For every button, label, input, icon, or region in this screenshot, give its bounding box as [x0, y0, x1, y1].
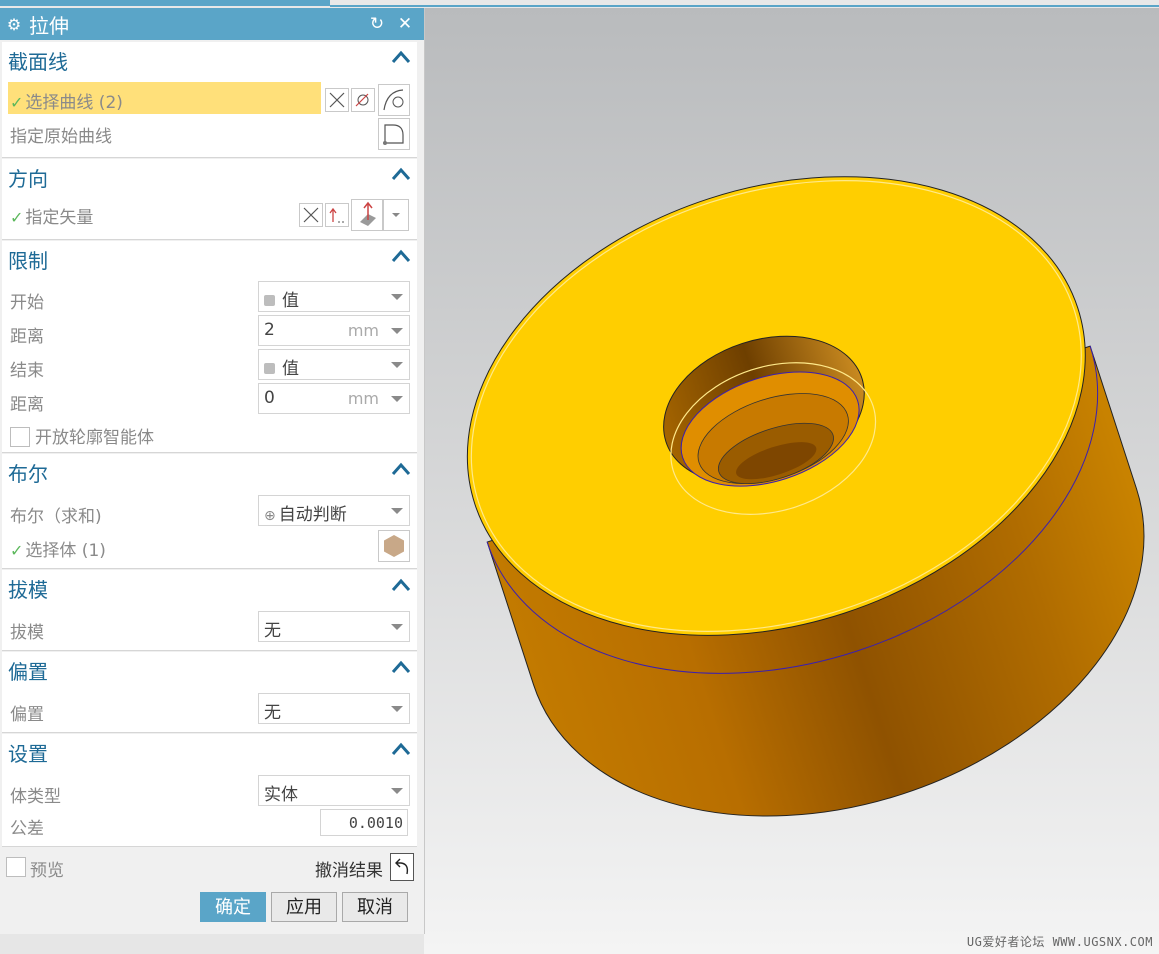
- select-body-label[interactable]: ✓ 选择体 (1): [10, 536, 106, 561]
- dialog-titlebar[interactable]: ⚙ 拉伸 ↻ ✕: [0, 8, 424, 40]
- vector-type-icon[interactable]: [351, 199, 383, 231]
- specify-vector-label[interactable]: ✓ 指定矢量: [10, 203, 93, 228]
- model-render[interactable]: [424, 8, 1159, 954]
- draft-group: 拔模 拔模 无: [2, 570, 417, 651]
- chevron-down-icon: [391, 508, 403, 514]
- body-type-dropdown[interactable]: 实体: [258, 775, 410, 806]
- offset-dropdown[interactable]: 无: [258, 693, 410, 724]
- preview-checkbox[interactable]: [6, 857, 26, 877]
- curve-icon[interactable]: [378, 84, 410, 116]
- chevron-up-icon[interactable]: [390, 47, 412, 69]
- reset-icon[interactable]: ↻: [366, 12, 388, 36]
- chevron-up-icon[interactable]: [390, 657, 412, 679]
- end-label: 结束: [10, 361, 44, 381]
- start-distance-input[interactable]: 2 mm: [258, 315, 410, 346]
- gear-icon[interactable]: ⚙: [3, 15, 25, 34]
- offset-label: 偏置: [10, 705, 44, 725]
- active-tab-strip[interactable]: [0, 0, 330, 6]
- origin-curve-icon[interactable]: [378, 118, 410, 150]
- start-dropdown[interactable]: 值: [258, 281, 410, 312]
- tolerance-input[interactable]: 0.0010: [320, 809, 408, 836]
- watermark-text: UG爱好者论坛 WWW.UGSNX.COM: [966, 935, 1153, 949]
- close-icon[interactable]: ✕: [394, 12, 416, 36]
- limits-group: 限制 开始 值 距离 2 mm 结束 值 距离 0 mm 开放轮廓智能体: [2, 241, 417, 453]
- boolean-group: 布尔 布尔（求和) ⊕ 自动判断 ✓ 选择体 (1): [2, 454, 417, 569]
- end-dropdown[interactable]: 值: [258, 349, 410, 380]
- vector-dropdown-button[interactable]: [383, 199, 409, 231]
- vector-dialog-icon[interactable]: [325, 203, 349, 227]
- open-profile-label: 开放轮廓智能体: [35, 428, 154, 448]
- boolean-header[interactable]: 布尔: [8, 458, 48, 487]
- start-label: 开始: [10, 293, 44, 313]
- chevron-up-icon[interactable]: [390, 459, 412, 481]
- extrude-dialog: ⚙ 拉伸 ↻ ✕ 截面线 ✓选择曲线 (2) 指定原始曲线 方向 ✓指定矢量: [0, 8, 425, 934]
- start-distance-label: 距离: [10, 327, 44, 347]
- chevron-down-icon: [391, 706, 403, 712]
- body-type-label: 体类型: [10, 787, 61, 807]
- end-distance-input[interactable]: 0 mm: [258, 383, 410, 414]
- chevron-down-icon: [391, 624, 403, 630]
- graphics-viewport[interactable]: UG爱好者论坛 WWW.UGSNX.COM: [424, 8, 1159, 954]
- chevron-down-icon: [391, 294, 403, 300]
- dialog-title: 拉伸: [29, 13, 69, 38]
- chevron-down-icon: [391, 788, 403, 794]
- open-profile-checkbox[interactable]: [10, 427, 30, 447]
- undo-result-label[interactable]: 撤消结果: [315, 856, 383, 881]
- draft-header[interactable]: 拔模: [8, 574, 48, 603]
- chevron-up-icon[interactable]: [390, 575, 412, 597]
- tab-underline: [330, 5, 1159, 7]
- direction-group: 方向 ✓ 指定矢量: [2, 159, 417, 240]
- reverse-direction-icon[interactable]: [299, 203, 323, 227]
- check-icon: ✓: [10, 208, 24, 227]
- cancel-button[interactable]: 取消: [342, 892, 408, 922]
- origin-curve-label: 指定原始曲线: [10, 127, 112, 147]
- top-strip: [0, 0, 1159, 8]
- value-icon: [264, 363, 275, 374]
- offset-header[interactable]: 偏置: [8, 656, 48, 685]
- select-curve-label[interactable]: ✓ 选择曲线 (2): [10, 88, 123, 113]
- settings-header[interactable]: 设置: [8, 738, 48, 767]
- boolean-infer-icon: ⊕: [264, 508, 276, 524]
- undo-icon[interactable]: [390, 853, 414, 881]
- settings-group: 设置 体类型 实体 公差 0.0010: [2, 734, 417, 847]
- offset-group: 偏置 偏置 无: [2, 652, 417, 733]
- section-curve-header[interactable]: 截面线: [8, 46, 68, 75]
- section-curve-group: 截面线 ✓ 选择曲线 (2) 指定原始曲线: [2, 42, 417, 158]
- sketch-icon[interactable]: [351, 88, 375, 112]
- preview-label: 预览: [30, 861, 64, 881]
- check-icon: ✓: [10, 93, 24, 112]
- chevron-up-icon[interactable]: [390, 246, 412, 268]
- ok-button[interactable]: 确定: [200, 892, 266, 922]
- tolerance-label: 公差: [10, 819, 44, 839]
- chevron-up-icon[interactable]: [390, 739, 412, 761]
- chevron-down-icon: [391, 328, 403, 334]
- check-icon: ✓: [10, 541, 24, 560]
- chevron-down-icon: [391, 362, 403, 368]
- limits-header[interactable]: 限制: [8, 245, 48, 274]
- body-icon[interactable]: [378, 530, 410, 562]
- direction-header[interactable]: 方向: [8, 163, 48, 192]
- end-distance-label: 距离: [10, 395, 44, 415]
- apply-button[interactable]: 应用: [271, 892, 337, 922]
- boolean-dropdown[interactable]: ⊕ 自动判断: [258, 495, 410, 526]
- curve-rule-icon[interactable]: [325, 88, 349, 112]
- value-icon: [264, 295, 275, 306]
- chevron-up-icon[interactable]: [390, 164, 412, 186]
- draft-label: 拔模: [10, 623, 44, 643]
- boolean-label: 布尔（求和): [10, 507, 102, 527]
- draft-dropdown[interactable]: 无: [258, 611, 410, 642]
- chevron-down-icon: [391, 396, 403, 402]
